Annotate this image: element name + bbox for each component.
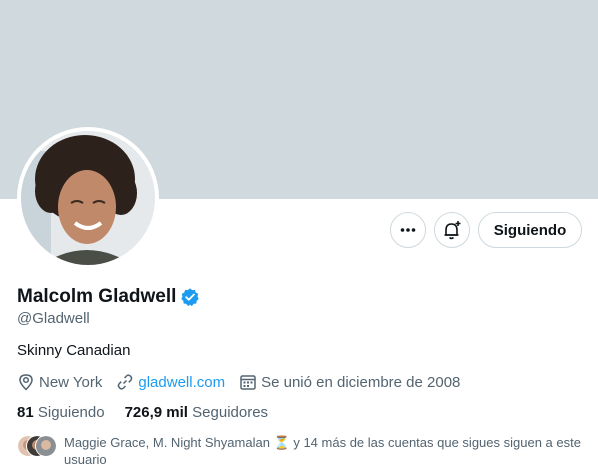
website-link[interactable]: gladwell.com [138,374,225,391]
location-item: New York [17,373,102,391]
avatar-frame [17,127,159,269]
verified-badge-icon[interactable] [180,287,200,307]
profile-meta: New York gladwell.com Se unió en diciemb… [17,373,474,391]
following-stat[interactable]: 81 Siguiendo [17,404,105,421]
calendar-icon [240,375,256,390]
joined-text: Se unió en diciembre de 2008 [261,373,461,391]
known-follower-avatars [17,435,57,457]
website-item: gladwell.com [116,373,225,391]
profile-name: Malcolm Gladwell [17,286,177,307]
profile-bio: Skinny Canadian [17,342,131,359]
more-icon [400,228,416,232]
profile-stats: 81 Siguiendo 726,9 mil Seguidores [17,404,288,421]
followers-label: Seguidores [192,404,269,421]
following-label: Siguiendo [37,404,105,421]
avatar-photo-icon [21,131,155,265]
joined-item: Se unió en diciembre de 2008 [239,373,460,391]
following-button[interactable]: Siguiendo [478,212,582,248]
location-pin-icon [19,374,33,391]
followers-count: 726,9 mil [124,404,188,421]
profile-name-row: Malcolm Gladwell [17,286,200,308]
notifications-button[interactable] [434,212,470,248]
avatar[interactable] [21,131,155,265]
known-followers-text: Maggie Grace, M. Night Shyamalan ⏳ y 14 … [64,435,581,467]
link-icon [118,374,133,390]
followers-stat[interactable]: 726,9 mil Seguidores [125,404,268,421]
more-options-button[interactable] [390,212,426,248]
followers-you-know[interactable]: Maggie Grace, M. Night Shyamalan ⏳ y 14 … [17,434,587,468]
bell-plus-icon [444,221,461,240]
following-count: 81 [17,404,34,421]
known-follower-avatar-icon [35,435,57,457]
location-text: New York [39,373,103,391]
profile-handle: @Gladwell [17,310,90,327]
